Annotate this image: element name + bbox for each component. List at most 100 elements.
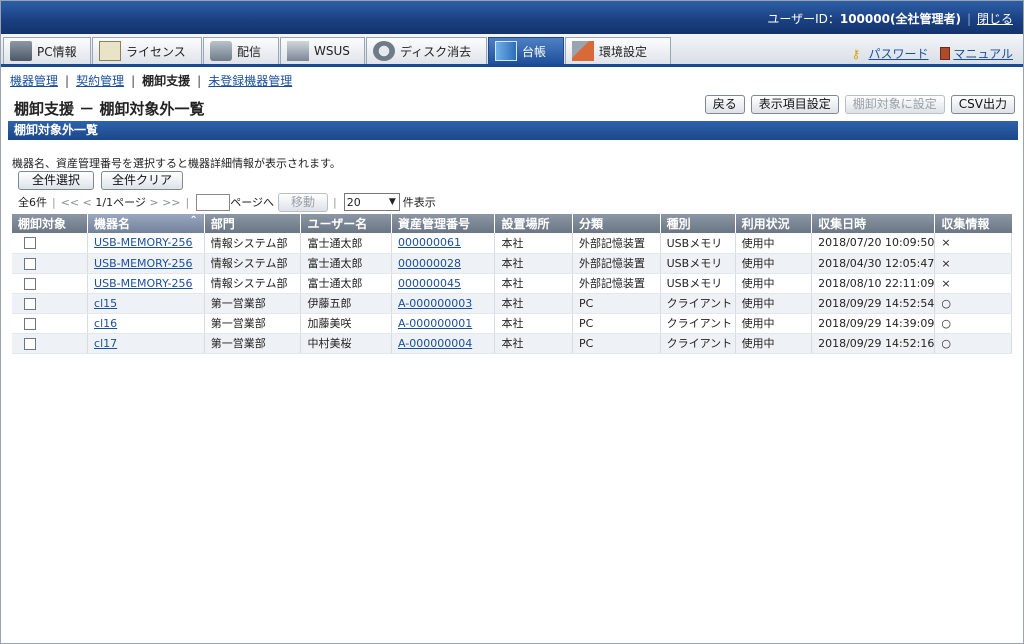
subnav-device-management[interactable]: 機器管理	[10, 74, 58, 88]
cell-device-name: USB-MEMORY-256	[87, 253, 205, 274]
cell-checkbox	[12, 293, 89, 314]
row-checkbox[interactable]	[24, 237, 36, 250]
back-button[interactable]: 戻る	[704, 95, 745, 114]
tab-label: 環境設定	[599, 44, 648, 59]
close-link[interactable]: 閉じる	[977, 12, 1013, 26]
cell-department: 情報システム部	[204, 273, 302, 294]
user-id: 100000(全社管理者)	[839, 12, 961, 26]
manual-link[interactable]: マニュアル	[953, 47, 1013, 61]
cell-category: PC	[572, 333, 661, 354]
csv-export-button[interactable]: CSV出力	[950, 95, 1015, 114]
select-all-button[interactable]: 全件選択	[18, 171, 94, 190]
cell-collected-at: 2018/09/29 14:39:09	[811, 313, 936, 334]
cell-collected-info: ×	[934, 233, 1012, 254]
tab-license[interactable]: ライセンス	[92, 37, 202, 64]
cell-asset-number: A-000000004	[391, 333, 496, 354]
next-page-link: >	[149, 195, 159, 209]
cell-collected-at: 2018/08/10 22:11:09	[811, 273, 936, 294]
col-collected-info: 収集情報	[934, 214, 1012, 233]
cell-type: USBメモリ	[660, 273, 736, 294]
set-inventory-target-button: 棚卸対象に設定	[844, 95, 945, 114]
first-page-link: <<	[60, 195, 80, 209]
row-checkbox[interactable]	[24, 317, 36, 330]
row-checkbox[interactable]	[24, 337, 36, 350]
selection-buttons: 全件選択 全件クリア	[18, 171, 183, 190]
main-tab-bar: PC情報 ライセンス 配信 WSUS ディスク消去 台帳 環境設定 ⚷ パスワード…	[1, 34, 1023, 67]
tab-settings[interactable]: 環境設定	[565, 37, 671, 64]
user-prefix: ユーザーID：	[767, 12, 840, 26]
cell-type: クライアント	[660, 293, 736, 314]
asset-number-link[interactable]: A-000000004	[398, 337, 472, 350]
cell-collected-info: ×	[934, 273, 1012, 294]
per-page-select[interactable]: 20 ▼	[343, 193, 400, 211]
pc-icon	[10, 41, 32, 61]
cell-device-name: cl17	[87, 333, 205, 354]
tab-distribution[interactable]: 配信	[203, 37, 279, 64]
device-name-link[interactable]: cl15	[94, 297, 117, 310]
tab-label: 配信	[237, 44, 262, 59]
asset-number-link[interactable]: A-000000003	[398, 297, 472, 310]
cell-device-name: USB-MEMORY-256	[87, 273, 205, 294]
cell-category: 外部記憶装置	[572, 233, 661, 254]
table-row: cl17 第一営業部 中村美桜 A-000000004 本社 PC クライアント…	[12, 333, 1012, 354]
cell-user-name: 加藤美咲	[300, 313, 392, 334]
col-inventory-target: 棚卸対象	[12, 214, 89, 233]
device-name-link[interactable]: USB-MEMORY-256	[94, 236, 192, 249]
cell-department: 第一営業部	[204, 333, 302, 354]
password-link[interactable]: パスワード	[869, 47, 929, 61]
column-settings-button[interactable]: 表示項目設定	[750, 95, 839, 114]
chevron-down-icon: ▼	[388, 197, 396, 207]
cell-checkbox	[12, 273, 89, 294]
tab-wsus[interactable]: WSUS	[280, 37, 365, 64]
tab-disk-erase[interactable]: ディスク消去	[366, 37, 487, 64]
cell-location: 本社	[494, 233, 573, 254]
col-location: 設置場所	[494, 214, 573, 233]
key-icon: ⚷	[851, 47, 861, 61]
tab-ledger[interactable]: 台帳	[488, 37, 564, 64]
cell-checkbox	[12, 313, 89, 334]
col-category: 分類	[572, 214, 661, 233]
cell-location: 本社	[494, 273, 573, 294]
cell-device-name: cl16	[87, 313, 205, 334]
tab-pc-info[interactable]: PC情報	[3, 37, 91, 64]
table-row: USB-MEMORY-256 情報システム部 富士通太郎 000000045 本…	[12, 273, 1012, 294]
cell-location: 本社	[494, 333, 573, 354]
device-name-link[interactable]: USB-MEMORY-256	[94, 257, 192, 270]
cell-category: PC	[572, 293, 661, 314]
cell-collected-at: 2018/04/30 12:05:47	[811, 253, 936, 274]
separator: |	[966, 12, 971, 26]
page-title: 棚卸支援 － 棚卸対象外一覧	[14, 100, 205, 118]
cell-usage-status: 使用中	[735, 293, 813, 314]
device-name-link[interactable]: cl16	[94, 317, 117, 330]
cell-asset-number: 000000028	[391, 253, 496, 274]
cell-department: 第一営業部	[204, 293, 302, 314]
asset-number-link[interactable]: 000000045	[398, 277, 461, 290]
cell-device-name: cl15	[87, 293, 205, 314]
cell-category: 外部記憶装置	[572, 273, 661, 294]
tab-label: ディスク消去	[400, 44, 472, 59]
cell-location: 本社	[494, 253, 573, 274]
device-name-link[interactable]: cl17	[94, 337, 117, 350]
subnav-unregistered-devices[interactable]: 未登録機器管理	[208, 74, 292, 88]
page-number-input[interactable]	[196, 193, 231, 211]
cell-department: 第一営業部	[204, 313, 302, 334]
asset-number-link[interactable]: A-000000001	[398, 317, 472, 330]
col-device-name[interactable]: 機器名 ⌃	[87, 214, 205, 233]
cell-asset-number: 000000061	[391, 233, 496, 254]
table-row: USB-MEMORY-256 情報システム部 富士通太郎 000000061 本…	[12, 233, 1012, 254]
cell-checkbox	[12, 253, 89, 274]
row-checkbox[interactable]	[24, 297, 36, 310]
asset-number-link[interactable]: 000000061	[398, 236, 461, 249]
col-usage-status: 利用状況	[735, 214, 813, 233]
clear-all-button[interactable]: 全件クリア	[101, 171, 183, 190]
action-buttons: 戻る 表示項目設定 棚卸対象に設定 CSV出力	[704, 95, 1015, 114]
row-checkbox[interactable]	[24, 277, 36, 290]
last-page-link: >>	[162, 195, 181, 209]
top-links: ⚷ パスワード マニュアル	[852, 45, 1013, 62]
cell-usage-status: 使用中	[735, 233, 813, 254]
cell-department: 情報システム部	[204, 233, 302, 254]
asset-number-link[interactable]: 000000028	[398, 257, 461, 270]
device-name-link[interactable]: USB-MEMORY-256	[94, 277, 192, 290]
row-checkbox[interactable]	[24, 257, 36, 270]
subnav-contract-management[interactable]: 契約管理	[76, 74, 124, 88]
